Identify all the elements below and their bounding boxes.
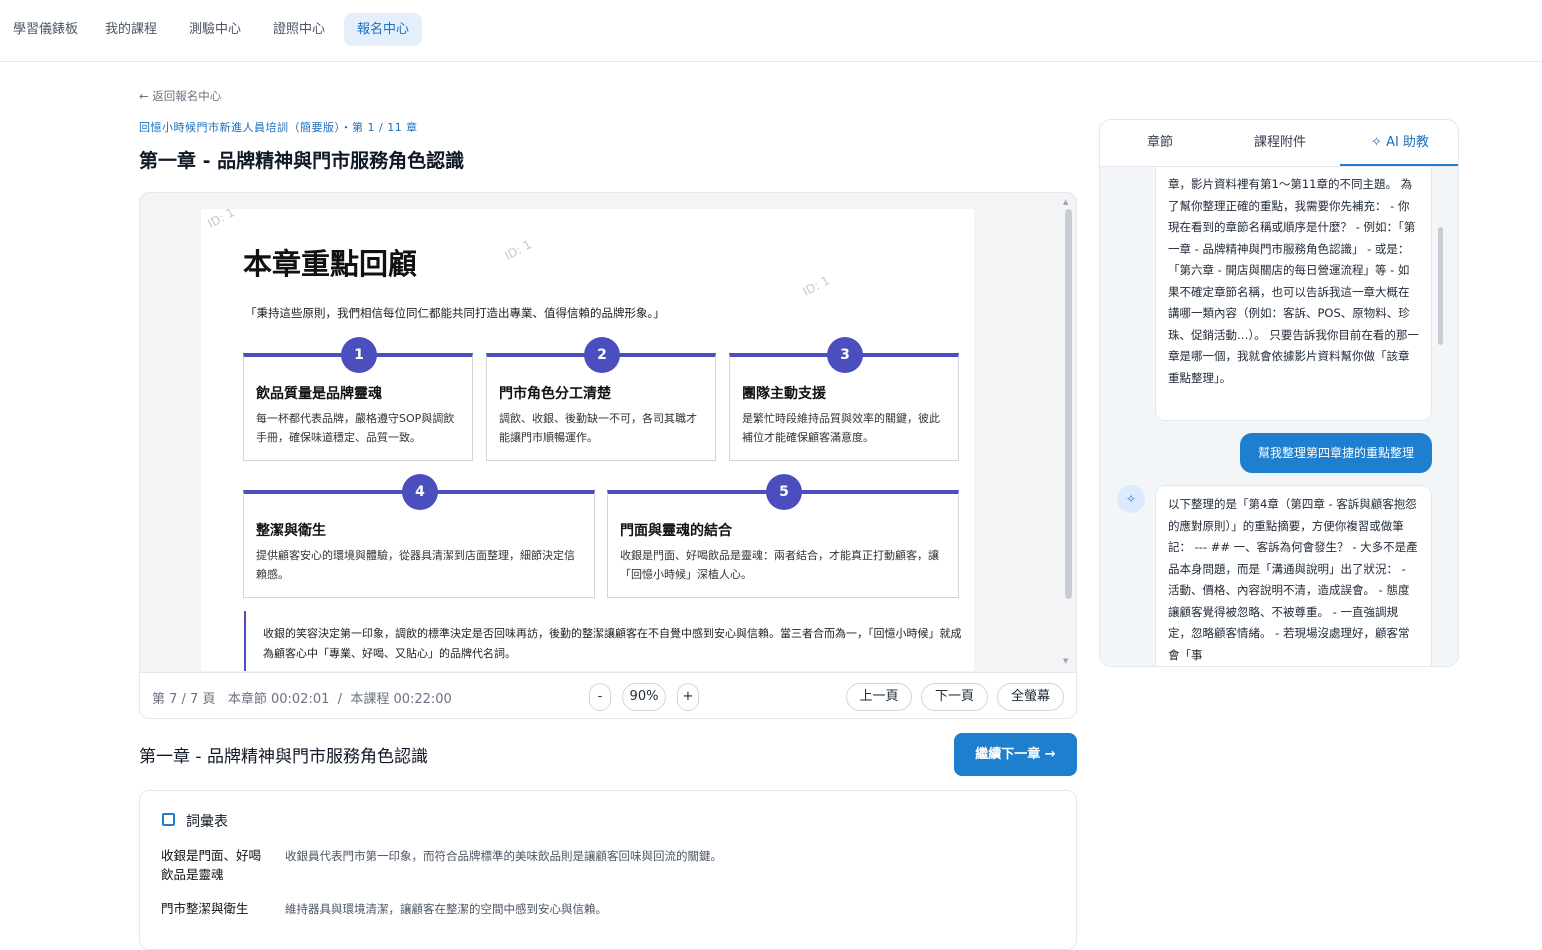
card-number-badge: 1	[341, 337, 377, 373]
card-title: 團隊主動支援	[742, 386, 826, 402]
chapter-title: 第一章 - 品牌精神與門市服務角色認識	[139, 747, 428, 767]
breadcrumb: 回憶小時候門市新進人員培訓（簡要版）・第 1 / 11 章	[139, 121, 418, 134]
key-point-card: 2 門市角色分工清楚 調飲、收銀、後勤缺一不可，各司其職才能讓門市順暢運作。	[486, 337, 716, 461]
next-page-button[interactable]: 下一頁	[921, 683, 988, 711]
glossary-heading: 詞彙表	[186, 814, 228, 830]
watermark: ID: 1	[205, 209, 237, 231]
scroll-up-arrow-icon[interactable]: ▲	[1063, 198, 1068, 206]
slide-heading: 本章重點回顧	[243, 247, 418, 281]
card-description: 每一杯都代表品牌，嚴格遵守SOP與調飲手冊，確保味道穩定、品質一致。	[256, 412, 455, 444]
chapter-time: 本章節 00:02:01	[227, 692, 330, 707]
tab-chapters[interactable]: 章節	[1100, 120, 1220, 166]
tab-ai-assistant[interactable]: ✧ AI 助教	[1340, 120, 1458, 166]
nav-learning-dashboard[interactable]: 學習儀錶板	[0, 13, 91, 46]
watermark: ID: 1	[800, 273, 832, 299]
key-point-card: 3 團隊主動支援 是繁忙時段維持品質與效率的關鍵，彼此補位才能確保顧客滿意度。	[729, 337, 959, 461]
ai-message: 以下整理的是「第4章（第四章 - 客訴與顧客抱怨的應對原則）」的重點摘要，方便你…	[1155, 485, 1432, 666]
book-icon	[162, 813, 175, 826]
card-title: 飲品質量是品牌靈魂	[256, 386, 382, 402]
card-description: 是繁忙時段維持品質與效率的關鍵，彼此補位才能確保顧客滿意度。	[742, 412, 940, 444]
page-title: 第一章 - 品牌精神與門市服務角色認識	[139, 150, 465, 172]
watermark: ID: 1	[502, 237, 534, 263]
course-time: 本課程 00:22:00	[350, 692, 452, 707]
back-link[interactable]: ← 返回報名中心	[139, 88, 221, 104]
glossary-definition: 維持器具與環境清潔，讓顧客在整潔的空間中感到安心與信賴。	[285, 902, 607, 916]
glossary-term: 收銀是門面、好喝飲品是靈魂	[161, 848, 262, 882]
nav-my-courses[interactable]: 我的課程	[92, 13, 170, 46]
page-info: 第 7 / 7 頁 本章節 00:02:01 / 本課程 00:22:00	[152, 688, 452, 707]
user-message: 幫我整理第四章捷的重點整理	[1240, 433, 1432, 473]
card-number-badge: 3	[827, 337, 863, 373]
card-number-badge: 4	[402, 474, 438, 510]
zoom-level: 90%	[622, 683, 666, 711]
ai-message: 章，影片資料裡有第1～第11章的不同主題。 為了幫你整理正確的重點，我需要你先補…	[1155, 167, 1432, 421]
chat-area: 章，影片資料裡有第1～第11章的不同主題。 為了幫你整理正確的重點，我需要你先補…	[1100, 167, 1458, 666]
watermark: ID: 1	[201, 625, 203, 651]
glossary-term: 門市整潔與衛生	[161, 901, 249, 916]
card-description: 提供顧客安心的環境與體驗，從器具清潔到店面整理，細節決定信賴感。	[256, 549, 575, 581]
card-title: 門面與靈魂的結合	[620, 523, 732, 539]
scroll-down-arrow-icon[interactable]: ▼	[1063, 657, 1068, 665]
key-point-card: 5 門面與靈魂的結合 收銀是門面、好喝飲品是靈魂：兩者結合，才能真正打動顧客，讓…	[607, 474, 959, 598]
nav-quiz-center[interactable]: 測驗中心	[176, 13, 254, 46]
top-navigation: 學習儀錶板 我的課程 測驗中心 證照中心 報名中心	[0, 0, 1542, 62]
continue-next-chapter-button[interactable]: 繼續下一章 →	[954, 733, 1077, 776]
slide-viewer: ID: 1 ID: 1 ID: 1 ID: 1 ID: 1 ID: 1 ID: …	[139, 192, 1077, 719]
zoom-out-button[interactable]: -	[589, 683, 611, 711]
key-point-card: 4 整潔與衛生 提供顧客安心的環境與體驗，從器具清潔到店面整理，細節決定信賴感。	[243, 474, 595, 598]
time-separator: /	[337, 692, 343, 707]
fullscreen-button[interactable]: 全螢幕	[997, 683, 1064, 711]
sparkle-icon: ✧	[1117, 485, 1145, 513]
card-number-badge: 5	[766, 474, 802, 510]
nav-enrollment-center[interactable]: 報名中心	[344, 13, 423, 46]
tab-course-attachments[interactable]: 課程附件	[1220, 120, 1340, 166]
nav-certificate-center[interactable]: 證照中心	[260, 13, 338, 46]
card-number-badge: 2	[584, 337, 620, 373]
glossary-card: 詞彙表 收銀是門面、好喝飲品是靈魂 收銀員代表門市第一印象，而符合品牌標準的美味…	[139, 790, 1077, 950]
card-title: 整潔與衛生	[256, 523, 326, 539]
key-point-card: 1 飲品質量是品牌靈魂 每一杯都代表品牌，嚴格遵守SOP與調飲手冊，確保味道穩定…	[243, 337, 473, 461]
zoom-in-button[interactable]: +	[677, 683, 699, 711]
chat-scrollbar[interactable]	[1438, 227, 1443, 345]
slide-quote: 「秉持這些原則，我們相信每位同仁都能共同打造出專業、值得信賴的品牌形象。」	[245, 306, 665, 320]
page-counter: 第 7 / 7 頁	[152, 692, 216, 707]
viewer-scrollbar[interactable]	[1065, 209, 1072, 599]
slide-summary: 收銀的笑容決定第一印象，調飲的標準決定是否回味再訪，後勤的整潔讓顧客在不自覺中感…	[244, 611, 964, 671]
viewer-toolbar: 第 7 / 7 頁 本章節 00:02:01 / 本課程 00:22:00 - …	[140, 672, 1076, 718]
card-description: 調飲、收銀、後勤缺一不可，各司其職才能讓門市順暢運作。	[499, 412, 697, 444]
side-panel: 章節 課程附件 ✧ AI 助教 章，影片資料裡有第1～第11章的不同主題。 為了…	[1099, 119, 1459, 667]
card-description: 收銀是門面、好喝飲品是靈魂：兩者結合，才能真正打動顧客，讓「回憶小時候」深植人心…	[620, 549, 939, 581]
prev-page-button[interactable]: 上一頁	[846, 683, 912, 711]
slide-page: ID: 1 ID: 1 ID: 1 ID: 1 ID: 1 ID: 1 ID: …	[201, 209, 974, 671]
glossary-definition: 收銀員代表門市第一印象，而符合品牌標準的美味飲品則是讓顧客回味與回流的關鍵。	[285, 849, 722, 863]
card-title: 門市角色分工清楚	[499, 386, 611, 402]
